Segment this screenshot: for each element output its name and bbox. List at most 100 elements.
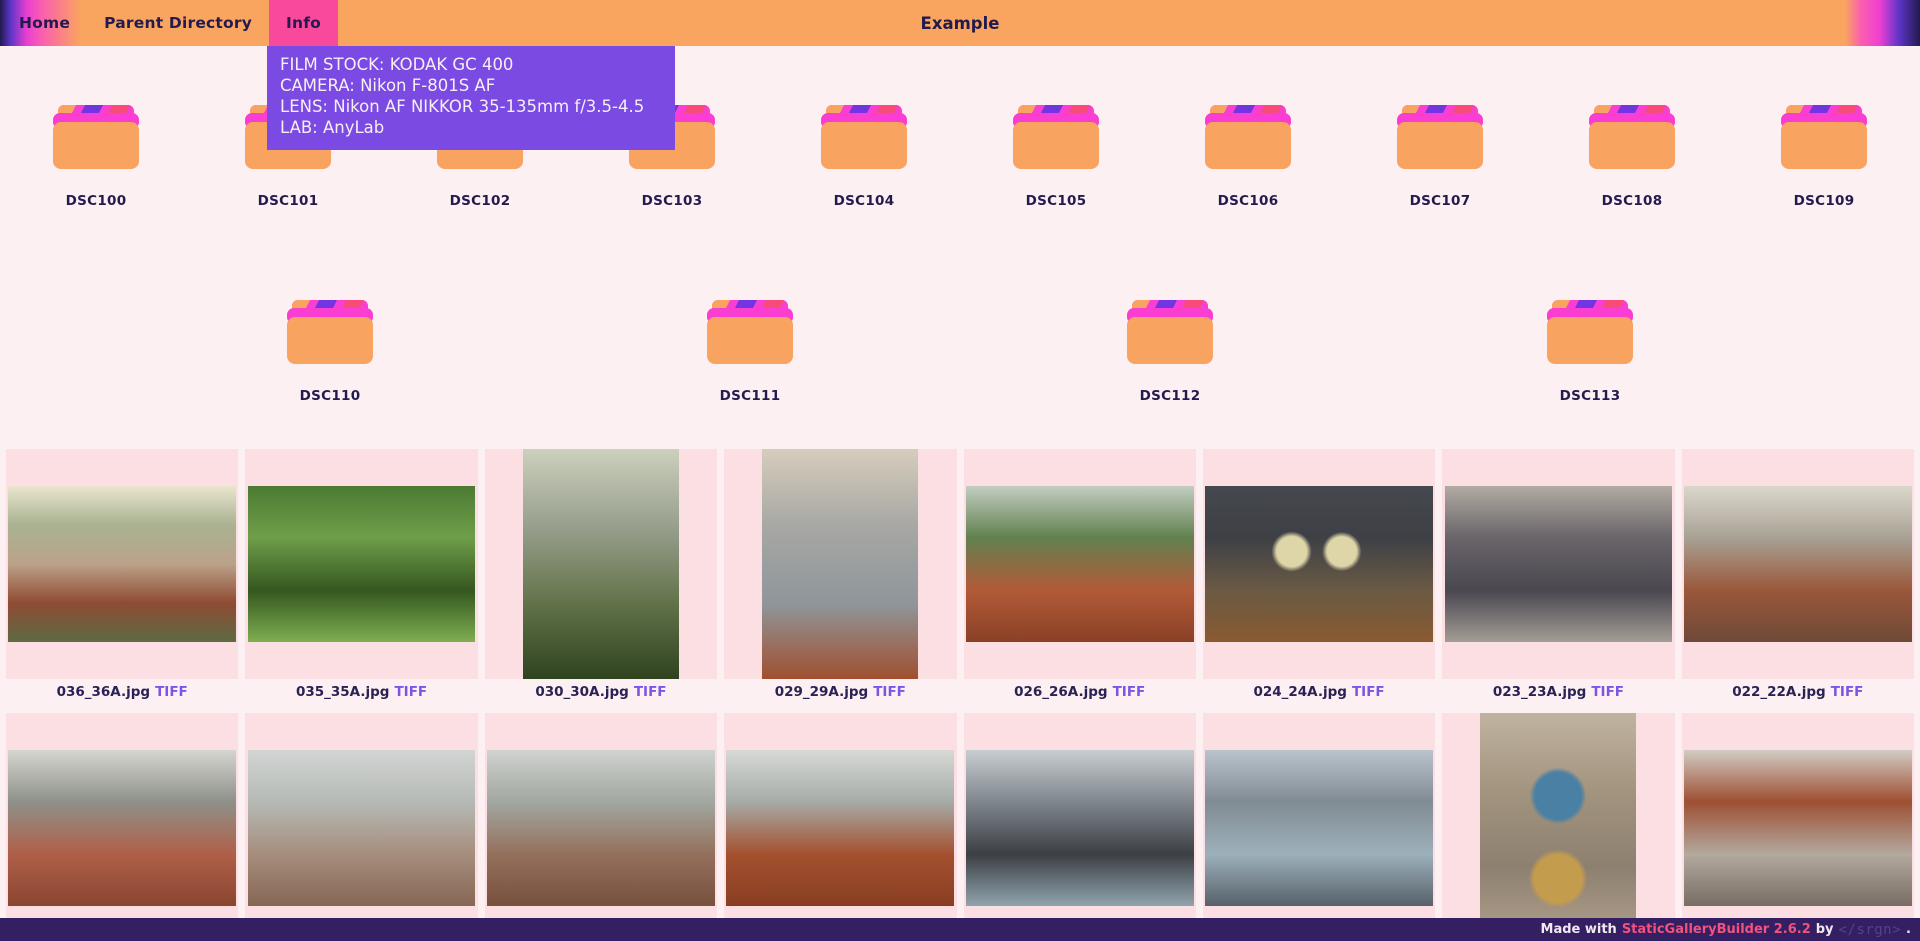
photo-thumbnail-link[interactable] bbox=[724, 713, 956, 941]
folder-label: DSC107 bbox=[1410, 193, 1471, 209]
folder-label: DSC103 bbox=[642, 193, 703, 209]
tooltip-line-lab: LAB: AnyLab bbox=[280, 117, 662, 138]
folder-icon bbox=[1545, 300, 1635, 364]
photo-muted-city-panorama bbox=[487, 750, 715, 906]
folder-item-dsc105[interactable]: DSC105 bbox=[1008, 105, 1104, 209]
photo-filename-link[interactable]: 029_29A.jpg bbox=[775, 684, 869, 700]
gallery-item: 024_24A.jpg TIFF bbox=[1203, 449, 1435, 705]
footer-builder-link[interactable]: StaticGalleryBuilder 2.6.2 bbox=[1622, 922, 1811, 937]
folder-label: DSC101 bbox=[258, 193, 319, 209]
photo-caption: 035_35A.jpgTIFF bbox=[245, 679, 477, 705]
photo-tiff-link[interactable]: TIFF bbox=[155, 684, 188, 700]
photo-caption: 036_36A.jpgTIFF bbox=[6, 679, 238, 705]
folder-item-dsc100[interactable]: DSC100 bbox=[48, 105, 144, 209]
photo-thumbnail-link[interactable] bbox=[724, 449, 956, 679]
photo-caption: 022_22A.jpg TIFF bbox=[1682, 679, 1914, 705]
folder-label: DSC111 bbox=[720, 388, 781, 404]
nav-link-parent-directory[interactable]: Parent Directory bbox=[87, 0, 269, 46]
photo-tiff-link[interactable]: TIFF bbox=[1831, 684, 1864, 700]
folder-item-dsc104[interactable]: DSC104 bbox=[816, 105, 912, 209]
info-tooltip: FILM STOCK: KODAK GC 400 CAMERA: Nikon F… bbox=[267, 46, 675, 150]
photo-thumbnail-link[interactable] bbox=[485, 449, 717, 679]
folder-item-dsc112[interactable]: DSC112 bbox=[1122, 300, 1218, 404]
folder-item-dsc107[interactable]: DSC107 bbox=[1392, 105, 1488, 209]
photo-filename-link[interactable]: 035_35A.jpg bbox=[296, 684, 390, 700]
photo-thumbnail-link[interactable] bbox=[485, 713, 717, 941]
gallery-item bbox=[724, 713, 956, 941]
folder-label: DSC104 bbox=[834, 193, 895, 209]
folder-icon bbox=[705, 300, 795, 364]
photo-gallery: 036_36A.jpgTIFF035_35A.jpgTIFF030_30A.jp… bbox=[0, 449, 1920, 941]
photo-astronomical-clock-tower bbox=[1480, 713, 1636, 941]
photo-filename-link[interactable]: 036_36A.jpg bbox=[57, 684, 151, 700]
folder-icon bbox=[51, 105, 141, 169]
nav-link-info[interactable]: Info bbox=[269, 0, 338, 46]
folder-icon bbox=[819, 105, 909, 169]
folder-label: DSC106 bbox=[1218, 193, 1279, 209]
gallery-item bbox=[1682, 713, 1914, 941]
photo-castle-across-river bbox=[1205, 750, 1433, 906]
photo-filename-link[interactable]: 024_24A.jpg bbox=[1253, 684, 1347, 700]
photo-thumbnail-link[interactable] bbox=[245, 449, 477, 679]
photo-tiff-link[interactable]: TIFF bbox=[634, 684, 667, 700]
tooltip-line-camera: CAMERA: Nikon F-801S AF bbox=[280, 75, 662, 96]
photo-filename-link[interactable]: 026_26A.jpg bbox=[1014, 684, 1108, 700]
gallery-item bbox=[1203, 713, 1435, 941]
photo-filename-link[interactable]: 030_30A.jpg bbox=[535, 684, 629, 700]
gallery-item: 035_35A.jpgTIFF bbox=[245, 449, 477, 705]
gallery-item: 026_26A.jpg TIFF bbox=[964, 449, 1196, 705]
photo-filename-link[interactable]: 022_22A.jpg bbox=[1732, 684, 1826, 700]
tooltip-line-film-stock: FILM STOCK: KODAK GC 400 bbox=[280, 54, 662, 75]
photo-tiff-link[interactable]: TIFF bbox=[1591, 684, 1624, 700]
photo-thumbnail-link[interactable] bbox=[964, 713, 1196, 941]
folder-item-dsc109[interactable]: DSC109 bbox=[1776, 105, 1872, 209]
nav-links: HomeParent DirectoryInfo bbox=[2, 0, 338, 46]
photo-misty-city-view bbox=[248, 750, 476, 906]
photo-thumbnail-link[interactable] bbox=[1442, 713, 1674, 941]
nav-link-home[interactable]: Home bbox=[2, 0, 87, 46]
gallery-item bbox=[964, 713, 1196, 941]
gallery-item: 022_22A.jpg TIFF bbox=[1682, 449, 1914, 705]
photo-thumbnail-link[interactable] bbox=[245, 713, 477, 941]
folder-icon bbox=[1587, 105, 1677, 169]
gallery-item: 030_30A.jpg TIFF bbox=[485, 449, 717, 705]
folder-item-dsc113[interactable]: DSC113 bbox=[1542, 300, 1638, 404]
photo-thumbnail-link[interactable] bbox=[6, 713, 238, 941]
photo-thumbnail-link[interactable] bbox=[1203, 449, 1435, 679]
photo-rooftop-panorama bbox=[726, 750, 954, 906]
folder-item-dsc108[interactable]: DSC108 bbox=[1584, 105, 1680, 209]
photo-old-town-square-buildings-crowd bbox=[1684, 750, 1912, 906]
photo-caption: 030_30A.jpg TIFF bbox=[485, 679, 717, 705]
photo-thumbnail-link[interactable] bbox=[1442, 449, 1674, 679]
photo-thumbnail-link[interactable] bbox=[1682, 449, 1914, 679]
photo-thumbnail-link[interactable] bbox=[1682, 713, 1914, 941]
photo-thumbnail-link[interactable] bbox=[1203, 713, 1435, 941]
footer-made-with-text: Made with bbox=[1541, 922, 1617, 937]
folder-item-dsc106[interactable]: DSC106 bbox=[1200, 105, 1296, 209]
photo-thumbnail-link[interactable] bbox=[6, 449, 238, 679]
folder-item-dsc110[interactable]: DSC110 bbox=[282, 300, 378, 404]
folder-icon bbox=[1011, 105, 1101, 169]
folder-row-2: DSC110 DSC111 DSC112 DSC113 bbox=[0, 300, 1920, 404]
gallery-item bbox=[245, 713, 477, 941]
footer-author-logo-link[interactable]: </srgn> bbox=[1839, 922, 1902, 938]
folder-item-dsc111[interactable]: DSC111 bbox=[702, 300, 798, 404]
photo-aerial-street-view-red-roofs bbox=[762, 449, 918, 679]
folder-label: DSC100 bbox=[66, 193, 127, 209]
photo-tiff-link[interactable]: TIFF bbox=[394, 684, 427, 700]
photo-caption: 026_26A.jpg TIFF bbox=[964, 679, 1196, 705]
folder-icon bbox=[1125, 300, 1215, 364]
footer-period: . bbox=[1906, 922, 1911, 937]
top-nav-bar: HomeParent DirectoryInfo Example bbox=[0, 0, 1920, 46]
photo-tiff-link[interactable]: TIFF bbox=[1352, 684, 1385, 700]
gallery-item bbox=[1442, 713, 1674, 941]
photo-tiff-link[interactable]: TIFF bbox=[1113, 684, 1146, 700]
folder-label: DSC110 bbox=[300, 388, 361, 404]
photo-filename-link[interactable]: 023_23A.jpg bbox=[1493, 684, 1587, 700]
photo-thumbnail-link[interactable] bbox=[964, 449, 1196, 679]
gallery-row-1: 036_36A.jpgTIFF035_35A.jpgTIFF030_30A.jp… bbox=[6, 449, 1914, 705]
footer-bar: Made with StaticGalleryBuilder 2.6.2 by … bbox=[0, 918, 1920, 941]
folder-label: DSC105 bbox=[1026, 193, 1087, 209]
folder-label: DSC108 bbox=[1602, 193, 1663, 209]
photo-tiff-link[interactable]: TIFF bbox=[873, 684, 906, 700]
